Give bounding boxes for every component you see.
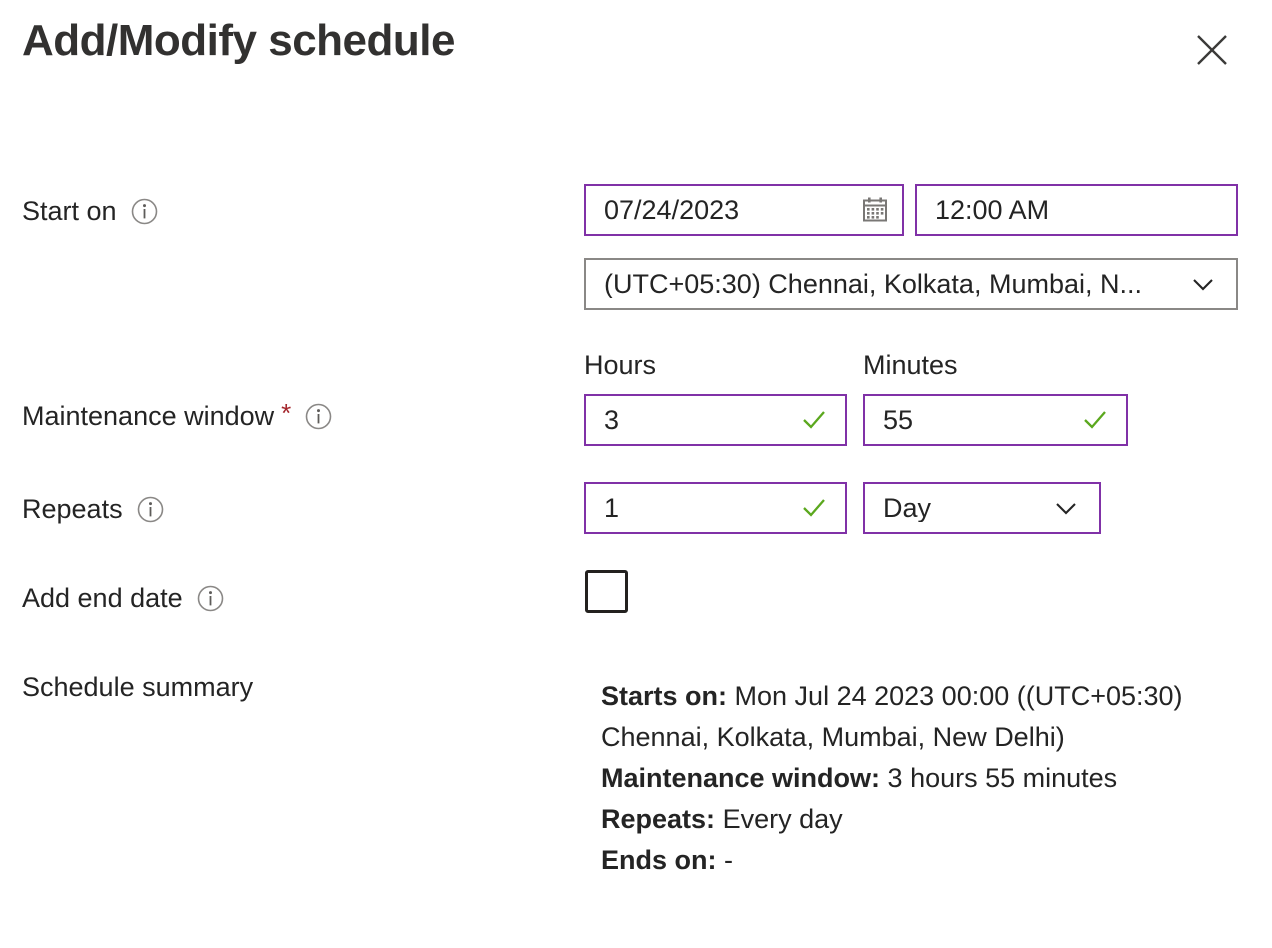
chevron-down-icon[interactable] [1051,493,1081,523]
add-modify-schedule-dialog: Add/Modify schedule Start on 07/24/2023 [0,0,1272,948]
calendar-icon[interactable] [860,195,890,225]
add-end-date-checkbox[interactable] [585,570,628,613]
dialog-header: Add/Modify schedule [0,0,1272,100]
repeat-unit-value: Day [883,494,932,522]
info-icon[interactable] [131,198,158,225]
start-date-value: 07/24/2023 [604,196,740,224]
timezone-select[interactable]: (UTC+05:30) Chennai, Kolkata, Mumbai, N.… [584,258,1238,310]
summary-line-maintenance-window: Maintenance window: 3 hours 55 minutes [601,758,1241,799]
repeats-label: Repeats [22,494,123,524]
start-on-label: Start on [22,196,117,226]
summary-value: Every day [722,804,843,834]
start-date-input[interactable]: 07/24/2023 [584,184,904,236]
add-end-date-label: Add end date [22,583,183,613]
minutes-input[interactable]: 55 [863,394,1128,446]
repeat-interval-input[interactable]: 1 [584,482,847,534]
hours-value: 3 [604,406,620,434]
summary-line-repeats: Repeats: Every day [601,799,1241,840]
summary-key: Ends on: [601,845,717,875]
start-time-value: 12:00 AM [935,196,1050,224]
repeat-unit-select[interactable]: Day [863,482,1101,534]
summary-line-ends-on: Ends on: - [601,840,1241,881]
required-asterisk: * [281,397,292,428]
close-icon [1195,33,1229,67]
checkmark-icon [1080,405,1110,435]
start-time-input[interactable]: 12:00 AM [915,184,1238,236]
checkmark-icon [799,493,829,523]
minutes-value: 55 [883,406,914,434]
summary-line-starts-on: Starts on: Mon Jul 24 2023 00:00 ((UTC+0… [601,676,1241,758]
timezone-value: (UTC+05:30) Chennai, Kolkata, Mumbai, N.… [604,270,1142,298]
add-end-date-label-group: Add end date [22,583,224,614]
checkmark-icon [799,405,829,435]
maintenance-window-label-group: Maintenance window * [22,397,332,432]
start-on-label-group: Start on [22,196,158,227]
summary-key: Starts on: [601,681,728,711]
schedule-summary-label: Schedule summary [22,672,254,702]
minutes-sublabel: Minutes [863,350,958,380]
page-title: Add/Modify schedule [22,16,455,65]
info-icon[interactable] [137,496,164,523]
info-icon[interactable] [305,403,332,430]
summary-value: - [724,845,734,875]
schedule-summary-content: Starts on: Mon Jul 24 2023 00:00 ((UTC+0… [601,676,1241,881]
chevron-down-icon[interactable] [1188,269,1218,299]
hours-sublabel: Hours [584,350,657,380]
summary-value: 3 hours 55 minutes [887,763,1118,793]
hours-input[interactable]: 3 [584,394,847,446]
repeats-label-group: Repeats [22,494,164,525]
summary-key: Maintenance window: [601,763,881,793]
maintenance-window-label: Maintenance window [22,401,275,431]
info-icon[interactable] [197,585,224,612]
schedule-summary-label-group: Schedule summary [22,672,253,703]
repeat-interval-value: 1 [604,494,620,522]
close-button[interactable] [1186,24,1238,76]
summary-key: Repeats: [601,804,716,834]
